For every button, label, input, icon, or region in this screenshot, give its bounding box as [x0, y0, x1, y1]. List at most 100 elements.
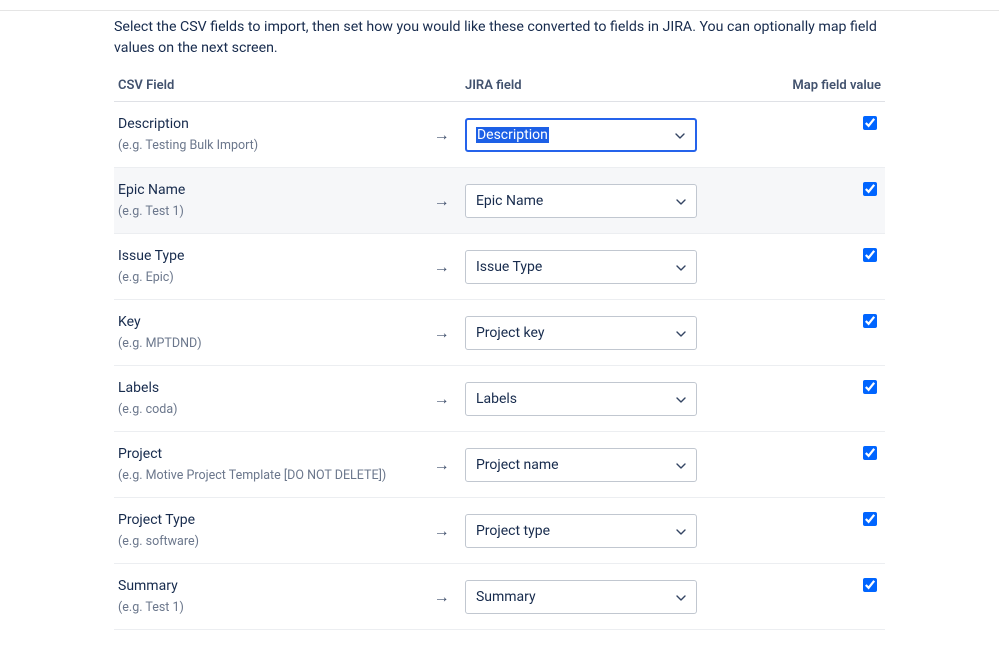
chevron-down-icon	[676, 457, 686, 473]
chevron-down-icon	[676, 193, 686, 209]
map-value-cell	[769, 564, 885, 630]
csv-field-name: Description	[118, 116, 418, 132]
jira-field-value: Epic Name	[476, 193, 543, 209]
spacer-cell	[723, 366, 769, 432]
arrow-icon: →	[422, 366, 461, 432]
jira-field-select[interactable]: Description	[465, 118, 697, 152]
arrow-icon: →	[422, 564, 461, 630]
jira-field-select[interactable]: Summary	[465, 580, 697, 614]
table-row: Issue Type(e.g. Epic)→Issue Type	[114, 234, 885, 300]
jira-field-select[interactable]: Epic Name	[465, 184, 697, 218]
chevron-down-icon	[675, 127, 685, 143]
map-field-value-checkbox[interactable]	[863, 248, 877, 262]
jira-field-value: Labels	[476, 391, 517, 407]
spacer-cell	[723, 498, 769, 564]
jira-field-select[interactable]: Labels	[465, 382, 697, 416]
csv-field-cell: Summary (e.g. Test 1)	[114, 564, 422, 630]
map-field-value-checkbox[interactable]	[863, 578, 877, 592]
jira-field-cell: Summary	[461, 564, 723, 630]
csv-field-name: Key	[118, 314, 418, 330]
jira-field-value: Issue Type	[476, 259, 542, 275]
csv-field-example: (e.g. Testing Bulk Import)	[118, 138, 418, 153]
top-divider	[0, 10, 999, 11]
csv-field-cell: Epic Name (e.g. Test 1)	[114, 168, 422, 234]
csv-field-name: Epic Name	[118, 182, 418, 198]
csv-field-cell: Issue Type (e.g. Epic)	[114, 234, 422, 300]
header-map-field-value: Map field value	[769, 72, 885, 102]
csv-field-name: Project	[118, 446, 418, 462]
jira-field-select[interactable]: Project name	[465, 448, 697, 482]
map-field-value-checkbox[interactable]	[863, 314, 877, 328]
header-csv-field: CSV Field	[114, 72, 422, 102]
arrow-icon: →	[422, 432, 461, 498]
csv-field-name: Project Type	[118, 512, 418, 528]
csv-field-example: (e.g. software)	[118, 534, 418, 549]
jira-field-cell: Epic Name	[461, 168, 723, 234]
chevron-down-icon	[676, 391, 686, 407]
jira-field-select[interactable]: Project type	[465, 514, 697, 548]
map-value-cell	[769, 498, 885, 564]
jira-field-cell: Issue Type	[461, 234, 723, 300]
map-field-value-checkbox[interactable]	[863, 182, 877, 196]
csv-field-example: (e.g. MPTDND)	[118, 336, 418, 351]
arrow-icon: →	[422, 498, 461, 564]
csv-field-example: (e.g. Test 1)	[118, 600, 418, 615]
jira-field-value: Description	[476, 127, 549, 143]
map-field-value-checkbox[interactable]	[863, 116, 877, 130]
csv-field-cell: Project (e.g. Motive Project Template [DO…	[114, 432, 422, 498]
csv-field-name: Issue Type	[118, 248, 418, 264]
header-spacer	[723, 72, 769, 102]
spacer-cell	[723, 168, 769, 234]
spacer-cell	[723, 564, 769, 630]
jira-field-select[interactable]: Issue Type	[465, 250, 697, 284]
header-jira-field: JIRA field	[461, 72, 723, 102]
map-field-value-checkbox[interactable]	[863, 446, 877, 460]
chevron-down-icon	[676, 589, 686, 605]
table-row: Project (e.g. Motive Project Template [DO…	[114, 432, 885, 498]
map-value-cell	[769, 300, 885, 366]
csv-import-mapping-page: Select the CSV fields to import, then se…	[0, 0, 999, 650]
csv-field-example: (e.g. coda)	[118, 402, 418, 417]
map-field-value-checkbox[interactable]	[863, 512, 877, 526]
jira-field-cell: Project name	[461, 432, 723, 498]
jira-field-value: Project name	[476, 457, 559, 473]
spacer-cell	[723, 102, 769, 168]
table-row: Description(e.g. Testing Bulk Import)→De…	[114, 102, 885, 168]
jira-field-cell: Labels	[461, 366, 723, 432]
map-value-cell	[769, 102, 885, 168]
content-container: Select the CSV fields to import, then se…	[0, 17, 999, 630]
spacer-cell	[723, 300, 769, 366]
table-row: Labels(e.g. coda)→Labels	[114, 366, 885, 432]
jira-field-value: Project key	[476, 325, 545, 341]
map-field-value-checkbox[interactable]	[863, 380, 877, 394]
csv-field-example: (e.g. Motive Project Template [DO NOT DE…	[118, 468, 418, 483]
table-row: Key (e.g. MPTDND) → Project key	[114, 300, 885, 366]
map-value-cell	[769, 366, 885, 432]
table-row: Summary(e.g. Test 1)→Summary	[114, 564, 885, 630]
arrow-icon: →	[422, 300, 461, 366]
csv-field-example: (e.g. Test 1)	[118, 204, 418, 219]
header-arrow-spacer	[422, 72, 461, 102]
intro-text: Select the CSV fields to import, then se…	[114, 17, 885, 58]
jira-field-select[interactable]: Project key	[465, 316, 697, 350]
jira-field-value: Project type	[476, 523, 550, 539]
arrow-icon: →	[422, 102, 461, 168]
chevron-down-icon	[676, 523, 686, 539]
map-value-cell	[769, 234, 885, 300]
map-value-cell	[769, 432, 885, 498]
spacer-cell	[723, 432, 769, 498]
csv-field-cell: Description (e.g. Testing Bulk Import)	[114, 102, 422, 168]
jira-field-cell: Description	[461, 102, 723, 168]
chevron-down-icon	[676, 259, 686, 275]
csv-field-name: Summary	[118, 578, 418, 594]
arrow-icon: →	[422, 234, 461, 300]
jira-field-value: Summary	[476, 589, 536, 605]
table-row: Epic Name(e.g. Test 1)→Epic Name	[114, 168, 885, 234]
csv-field-cell: Key (e.g. MPTDND)	[114, 300, 422, 366]
jira-field-cell: Project type	[461, 498, 723, 564]
table-row: Project Type (e.g. software) → Project type	[114, 498, 885, 564]
csv-field-example: (e.g. Epic)	[118, 270, 418, 285]
csv-field-name: Labels	[118, 380, 418, 396]
arrow-icon: →	[422, 168, 461, 234]
map-value-cell	[769, 168, 885, 234]
